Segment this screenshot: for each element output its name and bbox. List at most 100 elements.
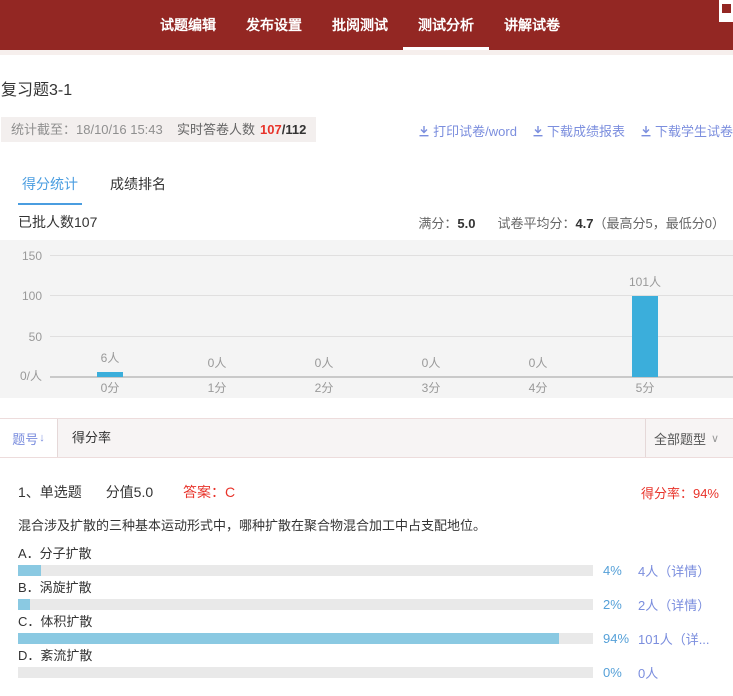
option-a-bar-fill bbox=[18, 565, 41, 576]
bar-value-label: 0人 bbox=[177, 354, 257, 371]
option-b-stats: 2% 2人（详情） bbox=[18, 599, 733, 610]
full-score-label: 满分： bbox=[418, 216, 457, 231]
nav-tab-publish-settings[interactable]: 发布设置 bbox=[231, 0, 317, 50]
option-b-bar-fill bbox=[18, 599, 30, 610]
nav-tab-test-analysis[interactable]: 测试分析 bbox=[403, 0, 489, 50]
test-analysis-page: 试题编辑 发布设置 批阅测试 测试分析 讲解试卷 复习题3-1 统计截至：18/… bbox=[0, 0, 733, 696]
graded-count: 已批人数107 bbox=[18, 212, 97, 232]
analysis-tabs: 得分统计 成绩排名 bbox=[18, 174, 170, 205]
sort-label: 题号 bbox=[12, 429, 38, 448]
question-filter-bar: 题号↓ 得分率 全部题型 ∨ bbox=[0, 418, 733, 458]
question-type-filter-dropdown[interactable]: 全部题型 ∨ bbox=[645, 419, 733, 457]
option-b-percent: 2% bbox=[603, 597, 638, 612]
chevron-down-icon: ∨ bbox=[711, 432, 719, 445]
top-nav: 试题编辑 发布设置 批阅测试 测试分析 讲解试卷 bbox=[0, 0, 733, 50]
x-axis-category-label: 5分 bbox=[605, 379, 685, 396]
bar-value-label: 0人 bbox=[391, 354, 471, 371]
option-c-bar-track bbox=[18, 633, 593, 644]
y-tick-100: 100 bbox=[0, 289, 42, 303]
download-links: 打印试卷/word 下载成绩报表 下载学生试卷 bbox=[418, 121, 733, 140]
avg-label: 试卷平均分： bbox=[497, 216, 575, 231]
option-c-bar-fill bbox=[18, 633, 559, 644]
question-block: 1、单选题 分值5.0 答案：C 得分率：94% 混合涉及扩散的三种基本运动形式… bbox=[0, 470, 733, 682]
option-a: A．分子扩散 4% 4人（详情） bbox=[0, 546, 733, 576]
option-list: A．分子扩散 4% 4人（详情） B．涡旋扩散 2% 2人（详情） C．体积扩散 bbox=[0, 546, 733, 678]
option-d-bar-track bbox=[18, 667, 593, 678]
type-filter-value: 全部题型 bbox=[654, 429, 706, 448]
x-axis-category-label: 2分 bbox=[284, 379, 364, 396]
option-c: C．体积扩散 94% 101人（详... bbox=[0, 614, 733, 644]
option-c-label: C．体积扩散 bbox=[18, 614, 733, 630]
score-rate-column-header: 得分率 bbox=[72, 419, 111, 457]
nav-tab-question-edit[interactable]: 试题编辑 bbox=[145, 0, 231, 50]
download-icon bbox=[418, 125, 430, 137]
avg-note: （最高分5，最低分0） bbox=[594, 216, 725, 231]
print-paper-label: 打印试卷/word bbox=[433, 121, 517, 140]
y-tick-50: 50 bbox=[0, 330, 42, 344]
option-a-bar-track bbox=[18, 565, 593, 576]
x-axis-category-label: 4分 bbox=[498, 379, 578, 396]
respondents-badge: 实时答卷人数 107/112 bbox=[167, 117, 316, 142]
x-axis-category-label: 0分 bbox=[70, 379, 150, 396]
option-b-bar-track bbox=[18, 599, 593, 610]
print-paper-link[interactable]: 打印试卷/word bbox=[418, 121, 517, 140]
option-a-percent: 4% bbox=[603, 563, 638, 578]
y-tick-0: 0/人 bbox=[0, 367, 42, 384]
option-b-label: B．涡旋扩散 bbox=[18, 580, 733, 596]
tab-score-ranking[interactable]: 成绩排名 bbox=[106, 174, 170, 205]
tab-score-statistics[interactable]: 得分统计 bbox=[18, 174, 82, 205]
option-a-label: A．分子扩散 bbox=[18, 546, 733, 562]
download-student-papers-link[interactable]: 下载学生试卷 bbox=[640, 121, 733, 140]
download-score-report-label: 下载成绩报表 bbox=[547, 121, 625, 140]
download-icon bbox=[640, 125, 652, 137]
option-d: D．紊流扩散 0% 0人 bbox=[0, 648, 733, 678]
option-d-count: 0人 bbox=[638, 663, 658, 682]
option-d-percent: 0% bbox=[603, 665, 638, 680]
corner-marker bbox=[719, 0, 733, 22]
nav-tab-explain-paper[interactable]: 讲解试卷 bbox=[489, 0, 575, 50]
bar-value-label: 6人 bbox=[70, 349, 150, 366]
gridline-150 bbox=[50, 255, 733, 256]
full-score-value: 5.0 bbox=[457, 216, 475, 231]
question-text: 混合涉及扩散的三种基本运动形式中，哪种扩散在聚合物混合加工中占支配地位。 bbox=[18, 517, 733, 534]
gridline-100 bbox=[50, 295, 733, 296]
sort-desc-icon: ↓ bbox=[39, 432, 45, 444]
option-b-count-detail-link[interactable]: 2人（详情） bbox=[638, 595, 710, 614]
page-title: 复习题3-1 bbox=[1, 76, 72, 100]
x-axis-category-label: 1分 bbox=[177, 379, 257, 396]
question-answer: 答案：C bbox=[183, 484, 235, 500]
question-number-type: 1、单选题 bbox=[18, 484, 82, 500]
respondents-label: 实时答卷人数 bbox=[177, 122, 255, 137]
score-distribution-chart: 150 100 50 0/人 6人0分0人1分0人2分0人3分0人4分101人5… bbox=[0, 240, 733, 398]
option-a-count-detail-link[interactable]: 4人（详情） bbox=[638, 561, 710, 580]
question-score: 分值5.0 bbox=[106, 484, 153, 500]
download-score-report-link[interactable]: 下载成绩报表 bbox=[532, 121, 625, 140]
corner-red-square-icon bbox=[722, 4, 731, 13]
y-tick-150: 150 bbox=[0, 249, 42, 263]
sort-by-question-number[interactable]: 题号↓ bbox=[0, 419, 58, 457]
option-b: B．涡旋扩散 2% 2人（详情） bbox=[0, 580, 733, 610]
option-c-stats: 94% 101人（详... bbox=[18, 633, 733, 644]
option-a-stats: 4% 4人（详情） bbox=[18, 565, 733, 576]
nav-tab-review-test[interactable]: 批阅测试 bbox=[317, 0, 403, 50]
x-axis-category-label: 3分 bbox=[391, 379, 471, 396]
option-c-percent: 94% bbox=[603, 631, 638, 646]
download-student-papers-label: 下载学生试卷 bbox=[655, 121, 733, 140]
respondents-total: /112 bbox=[282, 122, 307, 137]
bar-value-label: 0人 bbox=[498, 354, 578, 371]
bar-value-label: 0人 bbox=[284, 354, 364, 371]
option-d-stats: 0% 0人 bbox=[18, 667, 733, 678]
x-axis-line bbox=[50, 376, 733, 378]
nav-bottom-strip bbox=[0, 50, 733, 55]
respondents-current: 107 bbox=[260, 122, 282, 137]
question-meta: 1、单选题 分值5.0 答案：C 得分率：94% bbox=[0, 470, 733, 502]
option-c-count-detail-link[interactable]: 101人（详... bbox=[638, 629, 710, 648]
chart-bar bbox=[632, 296, 658, 378]
gridline-50 bbox=[50, 336, 733, 337]
stats-deadline-badge: 统计截至：18/10/16 15:43 bbox=[1, 117, 173, 142]
question-score-rate: 得分率：94% bbox=[641, 483, 719, 502]
option-d-label: D．紊流扩散 bbox=[18, 648, 733, 664]
score-summary: 满分：5.0试卷平均分：4.7（最高分5，最低分0） bbox=[418, 213, 725, 232]
download-icon bbox=[532, 125, 544, 137]
chart-bar bbox=[97, 372, 123, 377]
